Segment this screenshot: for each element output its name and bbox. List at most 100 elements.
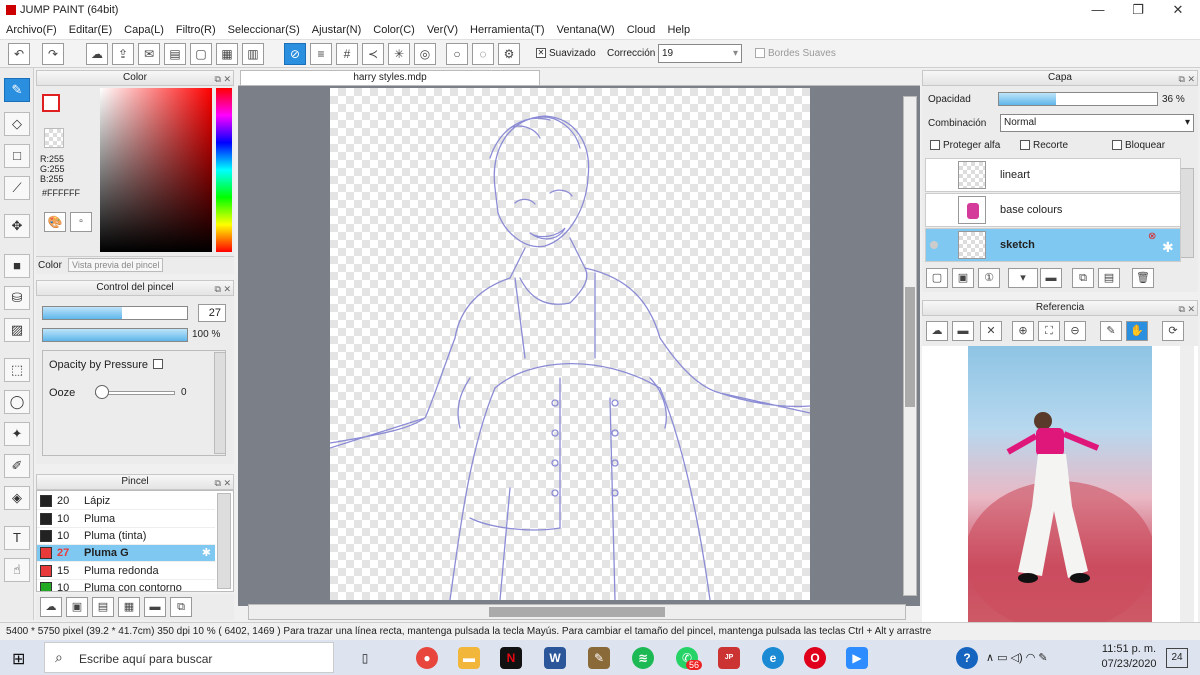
- trash-icon[interactable]: 🗑: [1132, 268, 1154, 288]
- open-folder-icon[interactable]: ▬: [952, 321, 974, 341]
- panel-close-icon[interactable]: ⧉ ✕: [215, 476, 231, 490]
- menu-herramienta[interactable]: Herramienta(T): [470, 24, 545, 36]
- smoothing-checkbox[interactable]: ✕: [536, 48, 546, 59]
- jump-paint-icon[interactable]: JP: [718, 647, 740, 669]
- duplicate-layer-icon[interactable]: ⧉: [1072, 268, 1094, 288]
- menu-help[interactable]: Help: [667, 24, 690, 36]
- menu-color[interactable]: Color(C): [373, 24, 415, 36]
- zoom-icon[interactable]: ▶: [846, 647, 868, 669]
- canvas-vertical-scrollbar[interactable]: [903, 96, 917, 596]
- help-icon[interactable]: ?: [956, 647, 978, 669]
- redo-icon[interactable]: ↷: [42, 43, 64, 65]
- radial-snap-icon[interactable]: ✳: [388, 43, 410, 65]
- word-icon[interactable]: W: [544, 647, 566, 669]
- task-view-icon[interactable]: ▯: [354, 647, 376, 669]
- menu-ventana[interactable]: Ventana(W): [557, 24, 615, 36]
- folder-icon[interactable]: ▬: [144, 597, 166, 617]
- tab-color[interactable]: Color: [38, 260, 62, 271]
- eyedropper-icon[interactable]: ✎: [1100, 321, 1122, 341]
- foreground-color-swatch[interactable]: [42, 94, 60, 112]
- brush-size-value[interactable]: 27: [198, 304, 226, 322]
- page-icon[interactable]: ▢: [190, 43, 212, 65]
- concentric-snap-icon[interactable]: ◎: [414, 43, 436, 65]
- panel-close-icon[interactable]: ⧉ ✕: [215, 72, 231, 86]
- close-icon[interactable]: ✕: [980, 321, 1002, 341]
- edge-icon[interactable]: e: [762, 647, 784, 669]
- layer-list-scrollbar[interactable]: [1180, 168, 1194, 258]
- transparent-swatch[interactable]: [44, 128, 64, 148]
- color-picker-icon[interactable]: ▫: [70, 212, 92, 232]
- new-layer-icon[interactable]: ▢: [926, 268, 948, 288]
- merge-layer-icon[interactable]: ▤: [1098, 268, 1120, 288]
- text-tool-icon[interactable]: T: [4, 526, 30, 550]
- brush-item[interactable]: 10 Pluma con contorno: [37, 580, 215, 591]
- duplicate-icon[interactable]: ⧉: [170, 597, 192, 617]
- share-icon[interactable]: ⇪: [112, 43, 134, 65]
- menu-ver[interactable]: Ver(V): [427, 24, 458, 36]
- lock-checkbox[interactable]: [1112, 140, 1122, 151]
- soft-edges-checkbox[interactable]: [755, 48, 765, 59]
- fit-view-icon[interactable]: ⛶: [1038, 321, 1060, 341]
- curve-snap-icon[interactable]: ◌: [472, 43, 494, 65]
- clock-date[interactable]: 07/23/2020: [1094, 658, 1164, 670]
- select-rect-tool-icon[interactable]: ⬚: [4, 358, 30, 382]
- line-tool-icon[interactable]: ⟋: [4, 176, 30, 200]
- brush-item-selected[interactable]: 27 Pluma G ✱: [37, 545, 215, 562]
- settings-snap-icon[interactable]: ⚙: [498, 43, 520, 65]
- brush-item[interactable]: 20 Lápiz: [37, 493, 215, 510]
- menu-filtro[interactable]: Filtro(R): [176, 24, 216, 36]
- operation-tool-icon[interactable]: ☝: [4, 558, 30, 582]
- new-brush-icon[interactable]: ▣: [66, 597, 88, 617]
- menu-seleccionar[interactable]: Seleccionar(S): [228, 24, 300, 36]
- layer-row-selected[interactable]: sketch ⊗ ✱: [925, 228, 1181, 262]
- soft-edges-toggle[interactable]: Bordes Suaves: [755, 48, 836, 59]
- circle-snap-icon[interactable]: ○: [446, 43, 468, 65]
- hand-icon[interactable]: ✋: [1126, 321, 1148, 341]
- clipping-toggle[interactable]: Recorte: [1020, 140, 1068, 151]
- restore-button[interactable]: ❐: [1120, 0, 1156, 20]
- vanishing-snap-icon[interactable]: ≺: [362, 43, 384, 65]
- reference-scrollbar[interactable]: [1180, 346, 1194, 622]
- menu-archivo[interactable]: Archivo(F): [6, 24, 57, 36]
- protect-alpha-checkbox[interactable]: [930, 140, 940, 151]
- smoothing-toggle[interactable]: ✕ Suavizado: [536, 48, 596, 59]
- cloud-download-icon[interactable]: ☁: [926, 321, 948, 341]
- chat-icon[interactable]: ▤: [164, 43, 186, 65]
- gradient-tool-icon[interactable]: ▨: [4, 318, 30, 342]
- lock-toggle[interactable]: Bloquear: [1112, 140, 1165, 151]
- layer-opacity-slider[interactable]: [998, 92, 1158, 106]
- brush-item[interactable]: 15 Pluma redonda: [37, 563, 215, 580]
- menu-cloud[interactable]: Cloud: [627, 24, 656, 36]
- bucket-tool-icon[interactable]: ⛁: [4, 286, 30, 310]
- paint-app-icon[interactable]: ✎: [588, 647, 610, 669]
- drawing-canvas[interactable]: [330, 88, 810, 600]
- layout-icon[interactable]: ▦: [216, 43, 238, 65]
- rotate-icon[interactable]: ⟳: [1162, 321, 1184, 341]
- menu-capa[interactable]: Capa(L): [124, 24, 164, 36]
- panel-close-icon[interactable]: ⧉ ✕: [1179, 302, 1195, 316]
- brush-tool-icon[interactable]: ✎: [4, 78, 30, 102]
- brush-opacity-slider[interactable]: [42, 328, 188, 342]
- panel-close-icon[interactable]: ⧉ ✕: [1179, 72, 1195, 86]
- no-snap-icon[interactable]: ⊘: [284, 43, 306, 65]
- move-tool-icon[interactable]: ✥: [4, 214, 30, 238]
- brush-list-scrollbar[interactable]: [217, 493, 231, 589]
- zoom-out-icon[interactable]: ⊖: [1064, 321, 1086, 341]
- hue-slider[interactable]: [216, 88, 232, 252]
- tab-brush-preview[interactable]: Vista previa del pincel: [68, 258, 164, 272]
- palette-icon[interactable]: 🎨: [44, 212, 66, 232]
- document-tab[interactable]: harry styles.mdp: [240, 70, 540, 86]
- reference-viewport[interactable]: [922, 346, 1198, 631]
- brush-control-scrollbar[interactable]: [214, 352, 226, 454]
- blend-mode-select[interactable]: Normal ▾: [1000, 114, 1194, 132]
- brush-item[interactable]: 10 Pluma (tinta): [37, 528, 215, 545]
- grid-snap-icon[interactable]: #: [336, 43, 358, 65]
- file-explorer-icon[interactable]: ▬: [458, 647, 480, 669]
- brush-settings-icon[interactable]: ▦: [118, 597, 140, 617]
- brush-item[interactable]: 10 Pluma: [37, 511, 215, 528]
- close-button[interactable]: ✕: [1160, 0, 1196, 20]
- comment-icon[interactable]: ✉: [138, 43, 160, 65]
- chrome-icon[interactable]: ●: [416, 647, 438, 669]
- tray-icons[interactable]: ∧ ▭ ◁) ◠ ✎: [986, 651, 1048, 664]
- parallel-snap-icon[interactable]: ≡: [310, 43, 332, 65]
